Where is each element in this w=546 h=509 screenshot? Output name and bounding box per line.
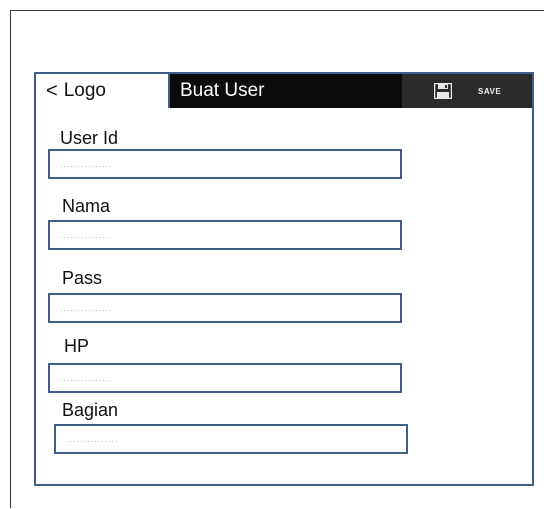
save-button[interactable]: SAVE (402, 74, 532, 108)
hp-input[interactable] (48, 363, 402, 393)
field-label-hp: HP (64, 336, 90, 356)
field-label-user-id: User Id (60, 128, 119, 148)
logo-label: Logo (63, 80, 106, 101)
app-screen: < Logo Buat User SAVE User Id Nama Pass … (34, 72, 534, 486)
bagian-input[interactable] (54, 424, 408, 454)
field-label-pass: Pass (62, 268, 103, 288)
back-button[interactable]: < Logo (36, 74, 170, 108)
chevron-left-icon: < (46, 80, 58, 102)
floppy-disk-icon (434, 83, 452, 99)
pass-input[interactable] (48, 293, 402, 323)
save-label: SAVE (478, 86, 502, 96)
nama-input[interactable] (48, 220, 402, 250)
app-header: < Logo Buat User SAVE (36, 74, 532, 108)
user-id-input[interactable] (48, 149, 402, 179)
field-label-nama: Nama (62, 196, 111, 216)
page-title: Buat User (180, 80, 265, 101)
field-label-bagian: Bagian (62, 400, 119, 420)
